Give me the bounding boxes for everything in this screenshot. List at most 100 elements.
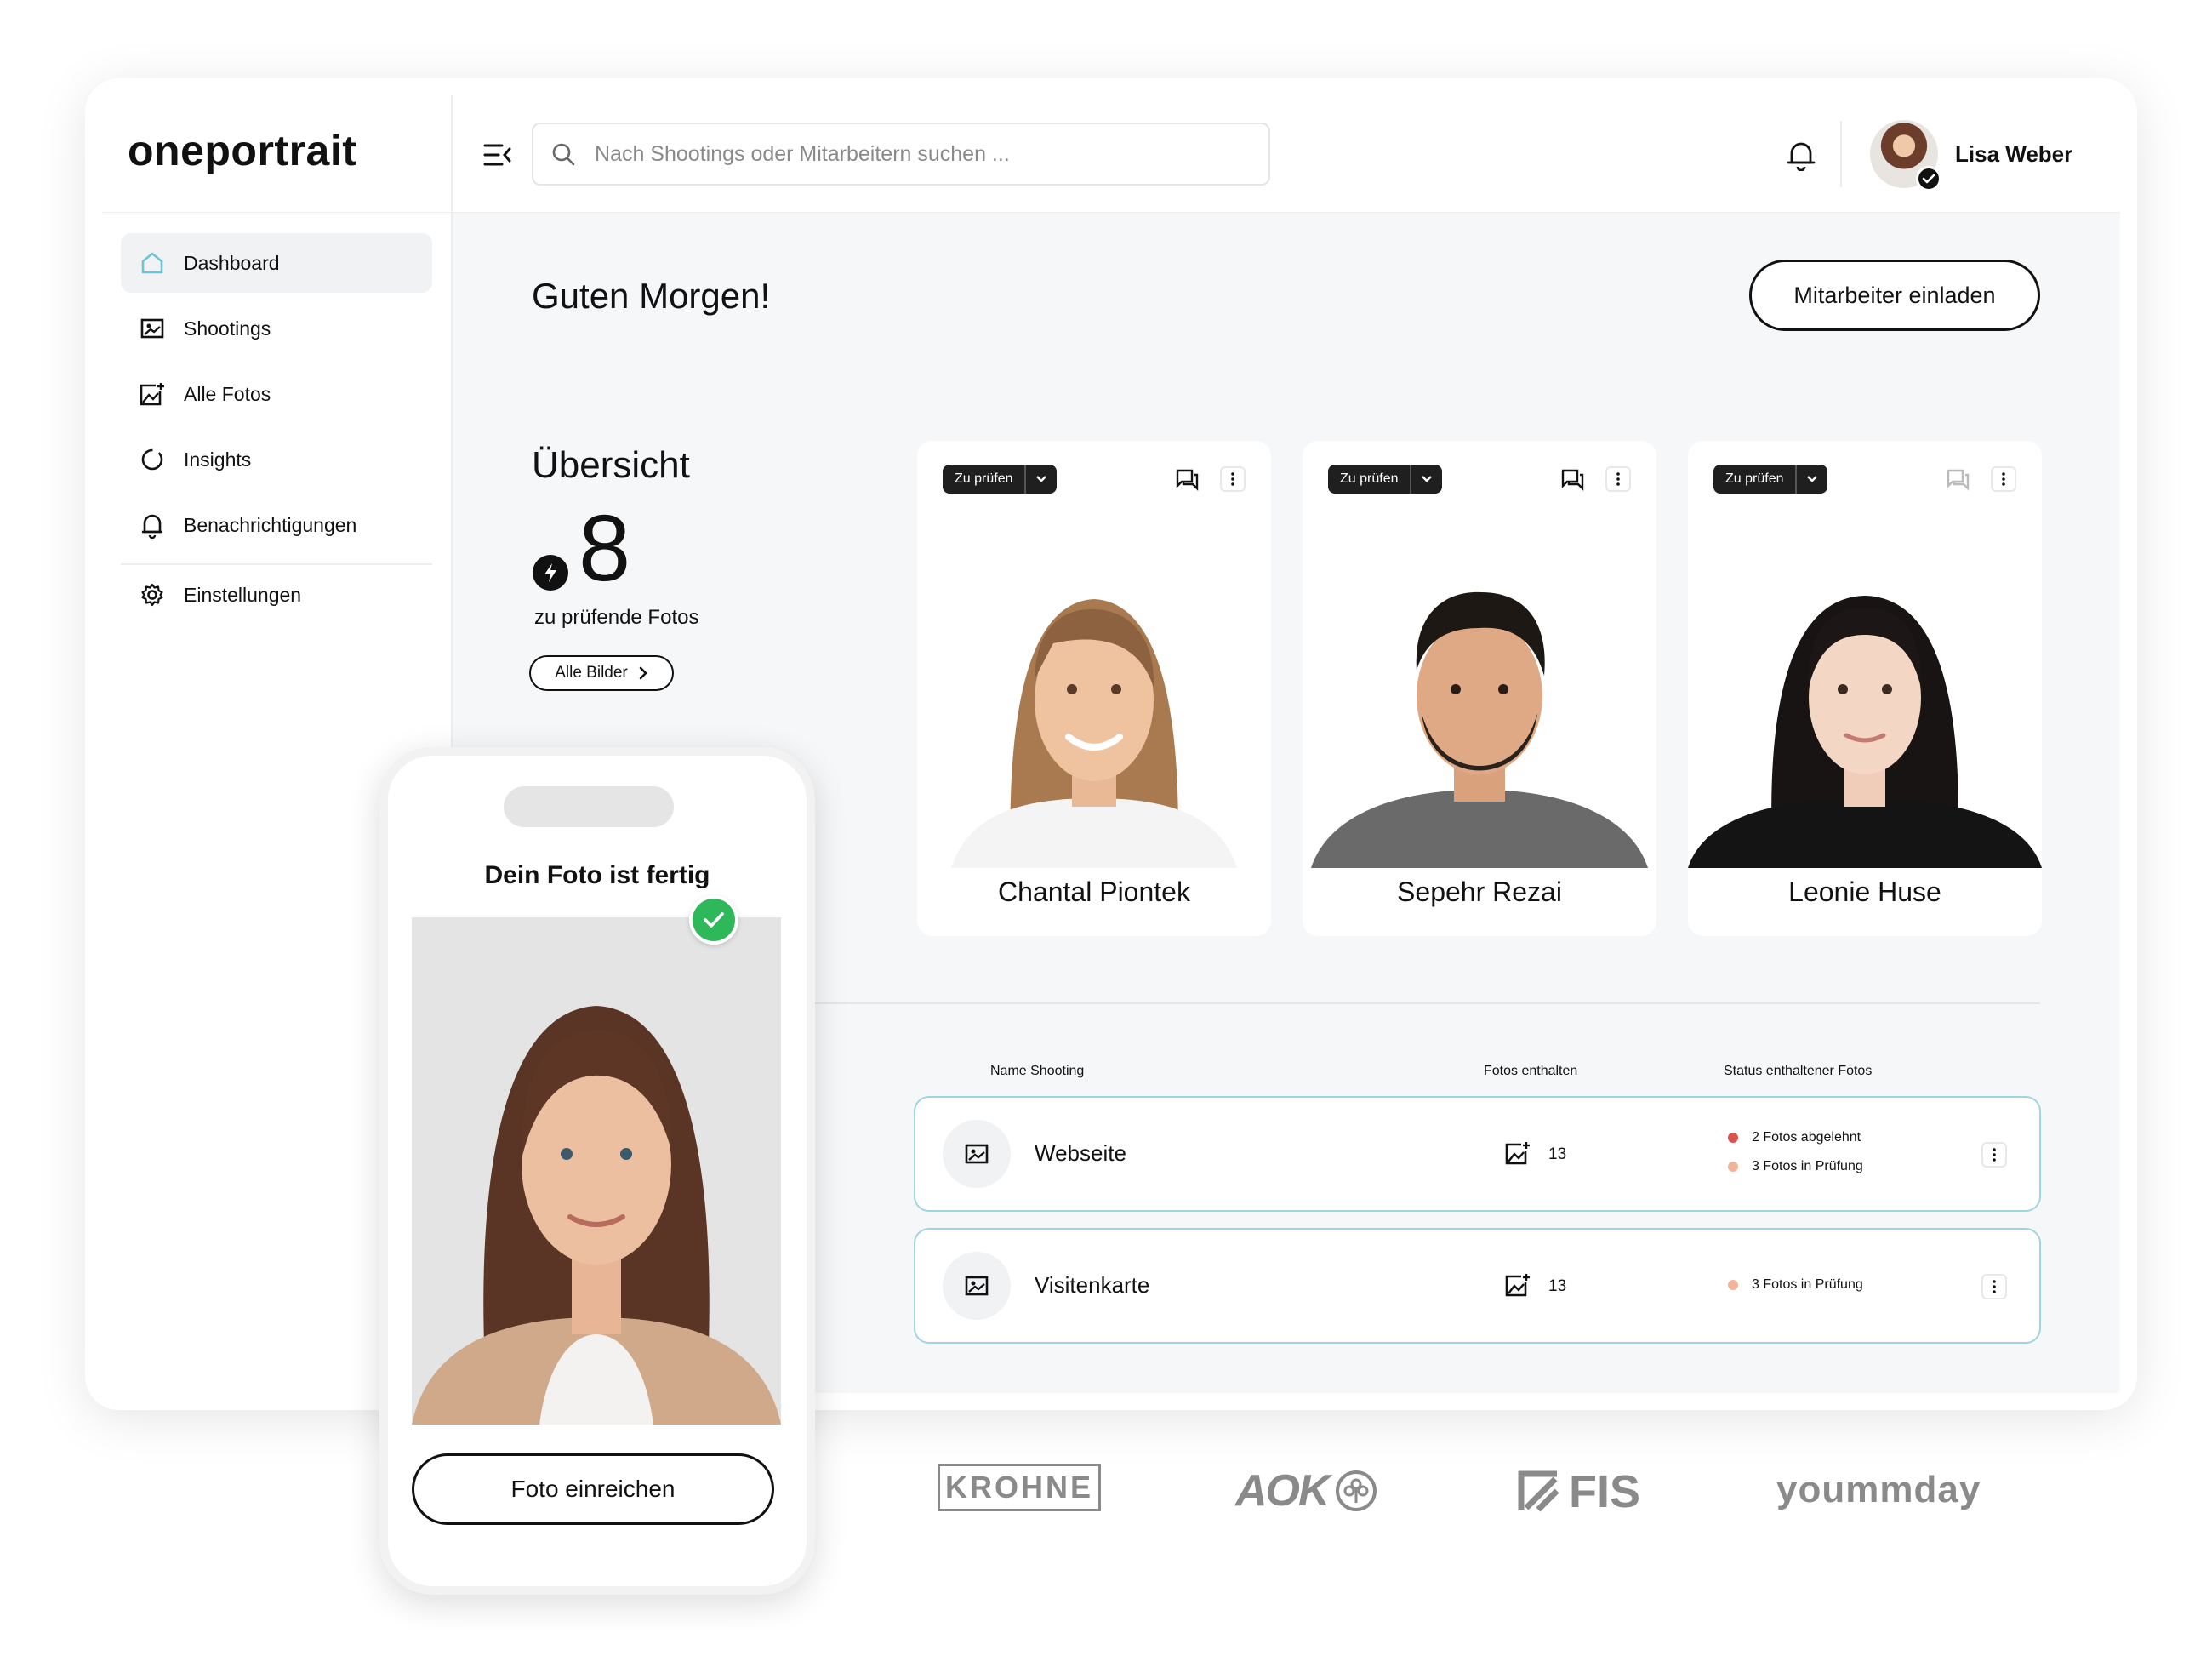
row-more-button[interactable] [1981, 1142, 2007, 1168]
row-more-button[interactable] [1981, 1274, 2007, 1299]
fis-mark-icon [1518, 1470, 1559, 1512]
sidebar-item-einstellungen[interactable]: Einstellungen [121, 565, 432, 625]
more-button[interactable] [1605, 466, 1631, 492]
status-dropdown[interactable] [1797, 465, 1827, 494]
table-row[interactable]: Webseite 13 2 Fotos abgelehnt 3 Fotos in… [914, 1096, 2041, 1212]
comment-icon [1561, 469, 1584, 491]
status-entry: 3 Fotos in Prüfung [1728, 1277, 1863, 1293]
logo-aok-text: AOK [1235, 1466, 1331, 1516]
more-vertical-icon [1616, 472, 1620, 486]
status-entry: 2 Fotos abgelehnt [1728, 1130, 1861, 1145]
status-dropdown[interactable] [1411, 465, 1442, 494]
folder-image-icon [943, 1120, 1011, 1188]
logo-aok: AOK [1235, 1465, 1378, 1516]
comment-button[interactable] [1558, 466, 1587, 494]
portrait-name: Chantal Piontek [998, 876, 1190, 907]
page-greeting: Guten Morgen! [532, 276, 771, 316]
folder-image-icon [943, 1252, 1011, 1320]
comment-button[interactable] [1172, 466, 1201, 494]
phone-notch [504, 786, 674, 827]
avatar [1870, 120, 1941, 191]
aok-tree-icon [1335, 1470, 1377, 1511]
chevron-right-icon [639, 666, 647, 680]
phone-portrait-photo [412, 917, 781, 1425]
loading-circle-icon [138, 445, 167, 474]
status-dot-rejected [1728, 1133, 1738, 1143]
comment-button[interactable] [1943, 466, 1972, 494]
portrait-card[interactable]: Zu prüfen Leonie Huse [1688, 441, 2042, 936]
sidebar-item-label: Insights [184, 448, 252, 471]
submit-photo-button[interactable]: Foto einreichen [412, 1453, 774, 1525]
app-logo[interactable]: oneportrait [128, 126, 356, 175]
sidebar-item-shootings[interactable]: Shootings [121, 299, 432, 358]
logo-fis-text: FIS [1569, 1466, 1641, 1517]
all-images-button[interactable]: Alle Bilder [529, 655, 674, 691]
overview-title: Übersicht [532, 444, 690, 486]
status-entry: 3 Fotos in Prüfung [1728, 1159, 1863, 1174]
top-bar: oneportrait Lisa Weber [102, 95, 2120, 213]
status-chip-label: Zu prüfen [1713, 465, 1798, 494]
menu-toggle-button[interactable] [481, 138, 515, 172]
logo-divider [451, 95, 453, 213]
portrait-card[interactable]: Zu prüfen Chantal Piontek [917, 441, 1271, 936]
more-vertical-icon [2002, 472, 2005, 486]
image-plus-icon [1504, 1272, 1531, 1302]
comment-icon [1947, 469, 1970, 491]
status-chip-label: Zu prüfen [1328, 465, 1412, 494]
invite-employee-button[interactable]: Mitarbeiter einladen [1749, 260, 2040, 331]
phone-title: Dein Foto ist fertig [484, 861, 710, 889]
photo-count: 13 [1548, 1277, 1567, 1295]
portrait-card[interactable]: Zu prüfen Sepehr Rezai [1303, 441, 1656, 936]
user-menu[interactable]: Lisa Weber [1870, 119, 2073, 191]
sidebar-item-label: Alle Fotos [184, 382, 271, 405]
portrait-photo [1303, 543, 1656, 868]
top-divider [1840, 121, 1842, 187]
sidebar-item-benachrichtigungen[interactable]: Benachrichtigungen [121, 495, 432, 555]
more-vertical-icon [1993, 1280, 1996, 1293]
search-input[interactable] [595, 141, 1241, 167]
pending-count-label: zu prüfende Fotos [534, 606, 699, 629]
portrait-name: Leonie Huse [1788, 876, 1941, 907]
status-chip: Zu prüfen [1328, 465, 1443, 494]
column-header-name: Name Shooting [990, 1064, 1085, 1078]
sidebar-item-label: Benachrichtigungen [184, 513, 357, 536]
logo-fis: FIS [1518, 1465, 1640, 1518]
column-header-status: Status enthaltener Fotos [1724, 1064, 1873, 1078]
bolt-icon [533, 555, 568, 591]
phone-mockup: Dein Foto ist fertig Foto einreichen [379, 747, 815, 1595]
column-header-photos: Fotos enthalten [1484, 1064, 1578, 1078]
shooting-name: Visitenkarte [1035, 1272, 1150, 1298]
status-text: 3 Fotos in Prüfung [1752, 1277, 1863, 1292]
logo-yoummday: yoummday [1776, 1469, 1981, 1510]
table-row[interactable]: Visitenkarte 13 3 Fotos in Prüfung [914, 1228, 2041, 1344]
chevron-down-icon [1422, 476, 1433, 482]
more-button[interactable] [1220, 466, 1246, 492]
photo-count: 13 [1548, 1145, 1567, 1163]
check-badge-icon [689, 895, 738, 945]
home-icon [138, 248, 167, 277]
bell-icon [138, 511, 167, 540]
sidebar-item-alle-fotos[interactable]: Alle Fotos [121, 364, 432, 424]
sidebar-item-label: Einstellungen [184, 583, 302, 606]
sidebar-item-insights[interactable]: Insights [121, 430, 432, 489]
shooting-name: Webseite [1035, 1140, 1126, 1166]
portrait-photo [1688, 543, 2042, 868]
bell-icon [1787, 142, 1816, 171]
user-name: Lisa Weber [1955, 140, 2073, 167]
notifications-button[interactable] [1782, 136, 1820, 174]
more-vertical-icon [1993, 1148, 1996, 1162]
pending-count: 8 [579, 496, 631, 601]
chevron-down-icon [1036, 476, 1047, 482]
status-text: 2 Fotos abgelehnt [1752, 1130, 1861, 1145]
status-dropdown[interactable] [1026, 465, 1057, 494]
chevron-down-icon [1807, 476, 1818, 482]
sidebar-item-dashboard[interactable]: Dashboard [121, 233, 432, 293]
all-images-label: Alle Bilder [555, 664, 628, 682]
more-vertical-icon [1231, 472, 1234, 486]
sidebar-item-label: Shootings [184, 317, 271, 340]
status-chip-label: Zu prüfen [943, 465, 1027, 494]
more-button[interactable] [1991, 466, 2016, 492]
image-plus-icon [1504, 1140, 1531, 1170]
status-chip: Zu prüfen [943, 465, 1058, 494]
image-plus-icon [138, 380, 167, 408]
